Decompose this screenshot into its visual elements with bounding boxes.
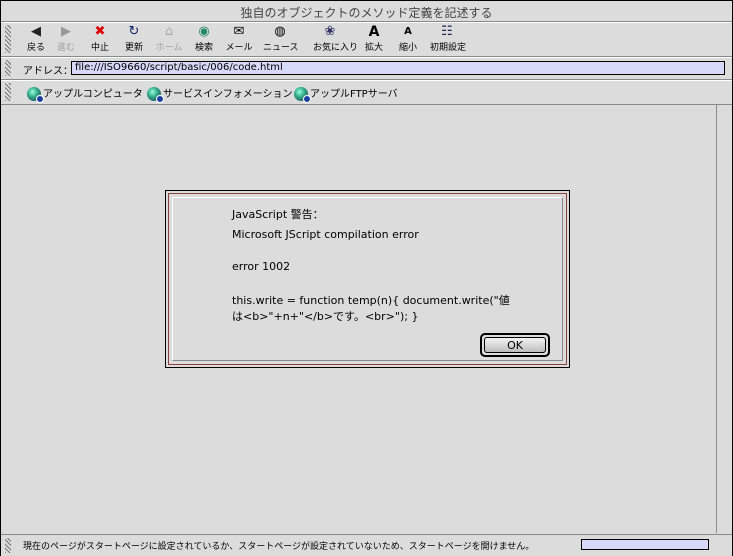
progress-bar (581, 539, 709, 550)
favorites-bar-grip[interactable] (5, 83, 11, 101)
favorites-bar: アップルコンピュータ サービスインフォメーション アップルFTPサーバ (1, 80, 732, 105)
forward-arrow-icon: ▶ (61, 24, 71, 39)
forward-button[interactable]: ▶ 進む (49, 24, 83, 54)
home-icon: ⌂ (164, 24, 174, 39)
favorites-button[interactable]: ❀ お気に入り (313, 24, 358, 54)
status-bar: 現在のページがスタートページに設定されているか、スタートページが設定されていない… (1, 534, 732, 556)
status-message: 現在のページがスタートページに設定されているか、スタートページが設定されていない… (23, 542, 535, 552)
address-label: アドレス： (23, 66, 73, 77)
font-larger-button[interactable]: A 拡大 (357, 24, 391, 54)
dialog-error-line: Microsoft JScript compilation error (232, 228, 419, 241)
mail-icon: ✉ (233, 24, 245, 39)
dialog-error-code: error 1002 (232, 260, 291, 273)
news-button[interactable]: ◍ ニュース (263, 24, 299, 54)
dialog-code-line-2: は<b>"+n+"</b>です。<br>"); } (232, 310, 419, 323)
favorite-link-service-info[interactable]: サービスインフォメーション (147, 85, 293, 103)
favorite-link-apple-ftp[interactable]: アップルFTPサーバ (294, 85, 398, 103)
address-input[interactable]: file:///ISO9660/script/basic/006/code.ht… (71, 61, 725, 75)
refresh-button[interactable]: ↻ 更新 (117, 24, 151, 54)
globe-link-icon (294, 87, 311, 103)
favorite-link-apple-computer[interactable]: アップルコンピュータ (27, 85, 143, 103)
font-larger-icon: A (368, 24, 380, 40)
search-button[interactable]: ◉ 検索 (187, 24, 221, 54)
dialog-code-line-1: this.write = function temp(n){ document.… (232, 294, 510, 307)
stop-icon: ✖ (94, 24, 106, 39)
title-bar[interactable]: 独自のオブジェクトのメソッド定義を記述する (1, 1, 732, 22)
address-bar-grip[interactable] (5, 60, 11, 76)
toolbar: ◀ 戻る ▶ 進む ✖ 中止 ↻ 更新 ⌂ ホーム ◉ 検索 ✉ メール ◍ ニ (1, 22, 732, 57)
globe-link-icon (147, 87, 164, 103)
mail-button[interactable]: ✉ メール (222, 24, 256, 54)
browser-window: 独自のオブジェクトのメソッド定義を記述する ◀ 戻る ▶ 進む ✖ 中止 ↻ 更… (0, 0, 733, 556)
globe-link-icon (27, 87, 44, 103)
back-arrow-icon: ◀ (31, 24, 41, 39)
toolbar-grip[interactable] (5, 25, 11, 53)
news-icon: ◍ (274, 24, 286, 39)
dialog-title: JavaScript 警告： (232, 208, 324, 221)
preferences-button[interactable]: ☷ 初期設定 (430, 24, 466, 54)
vertical-scrollbar[interactable] (717, 105, 732, 533)
stop-button[interactable]: ✖ 中止 (83, 24, 117, 54)
window-title: 独自のオブジェクトのメソッド定義を記述する (240, 6, 493, 20)
javascript-alert-dialog: JavaScript 警告： Microsoft JScript compila… (165, 190, 570, 368)
back-button[interactable]: ◀ 戻る (19, 24, 53, 54)
status-bar-grip (5, 538, 11, 553)
home-button[interactable]: ⌂ ホーム (152, 24, 186, 54)
font-smaller-icon: A (404, 26, 412, 37)
refresh-icon: ↻ (128, 24, 140, 39)
font-smaller-button[interactable]: A 縮小 (391, 24, 425, 54)
address-bar: アドレス： file:///ISO9660/script/basic/006/c… (1, 57, 732, 80)
favorites-icon: ❀ (324, 24, 336, 39)
search-globe-icon: ◉ (198, 24, 210, 39)
ok-button[interactable]: OK (480, 333, 550, 357)
preferences-icon: ☷ (441, 24, 453, 39)
